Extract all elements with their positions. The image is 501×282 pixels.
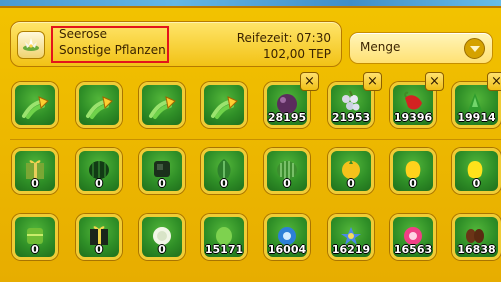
inventory-slot-plant[interactable]: 16563 — [390, 214, 436, 260]
plant-category: Sonstige Pflanzen — [59, 43, 166, 57]
inventory-slot[interactable]: 0 — [76, 148, 122, 194]
close-icon[interactable]: × — [300, 72, 319, 91]
item-count: 16004 — [267, 243, 307, 256]
plant-action-button[interactable] — [201, 82, 247, 128]
inventory-slot[interactable]: 0 — [264, 148, 310, 194]
inventory-slot-plant[interactable]: 16004 — [264, 214, 310, 260]
inventory-panel: Seerose Sonstige Pflanzen Reifezeit: 07:… — [0, 6, 501, 282]
item-count: 0 — [220, 177, 228, 190]
item-count: 0 — [472, 177, 481, 190]
item-count: 16563 — [393, 243, 433, 256]
price: 102,00 TEP — [263, 47, 331, 61]
item-count: 0 — [347, 177, 355, 190]
item-count: 28195 — [267, 111, 307, 124]
item-count: 19396 — [393, 111, 433, 124]
inventory-slot[interactable]: 0 — [139, 214, 185, 260]
item-count: 21953 — [331, 111, 371, 124]
plant-action-button[interactable] — [12, 82, 58, 128]
ripe-time: Reifezeit: 07:30 — [236, 31, 331, 45]
inventory-slot[interactable]: 0 — [76, 214, 122, 260]
item-count: 0 — [95, 177, 103, 190]
item-count: 0 — [31, 177, 39, 190]
item-count: 0 — [158, 177, 166, 190]
close-icon[interactable]: × — [363, 72, 382, 91]
close-icon[interactable]: × — [487, 72, 501, 91]
item-count: 0 — [31, 243, 39, 256]
plant-arrow-icon — [149, 96, 176, 119]
inventory-slot[interactable]: 0 — [12, 214, 58, 260]
sort-dropdown[interactable]: Menge — [349, 32, 493, 64]
inventory-slot-plant[interactable]: 16219 — [328, 214, 374, 260]
sort-dropdown-label: Menge — [360, 40, 401, 54]
plant-arrow-icon — [86, 96, 113, 119]
section-divider — [10, 139, 501, 140]
item-count: 16219 — [331, 243, 371, 256]
item-count: 0 — [95, 243, 103, 256]
inventory-slot[interactable]: 0 — [452, 148, 501, 194]
chevron-down-icon[interactable] — [464, 38, 485, 59]
plant-action-button[interactable] — [76, 82, 122, 128]
inventory-slot[interactable]: 0 — [390, 148, 436, 194]
item-count: 16838 — [457, 243, 496, 256]
item-count: 0 — [409, 177, 417, 190]
item-count: 0 — [158, 243, 166, 256]
plant-info-bar: Seerose Sonstige Pflanzen Reifezeit: 07:… — [10, 21, 342, 67]
plant-name: Seerose — [59, 27, 108, 41]
inventory-slot-plant[interactable]: 15171 — [201, 214, 247, 260]
item-count: 15171 — [204, 243, 244, 256]
inventory-slot[interactable]: 0 — [201, 148, 247, 194]
inventory-slot[interactable]: 0 — [139, 148, 185, 194]
item-count: 19914 — [457, 111, 496, 124]
close-icon[interactable]: × — [425, 72, 444, 91]
plant-action-button[interactable] — [139, 82, 185, 128]
inventory-slot[interactable]: 0 — [12, 148, 58, 194]
inventory-slot-plant[interactable]: 16838 — [452, 214, 501, 260]
item-count: 0 — [283, 177, 291, 190]
inventory-slot[interactable]: 0 — [328, 148, 374, 194]
water-lily-icon — [17, 31, 45, 59]
plant-arrow-icon — [22, 96, 49, 119]
plant-arrow-icon — [211, 96, 238, 119]
